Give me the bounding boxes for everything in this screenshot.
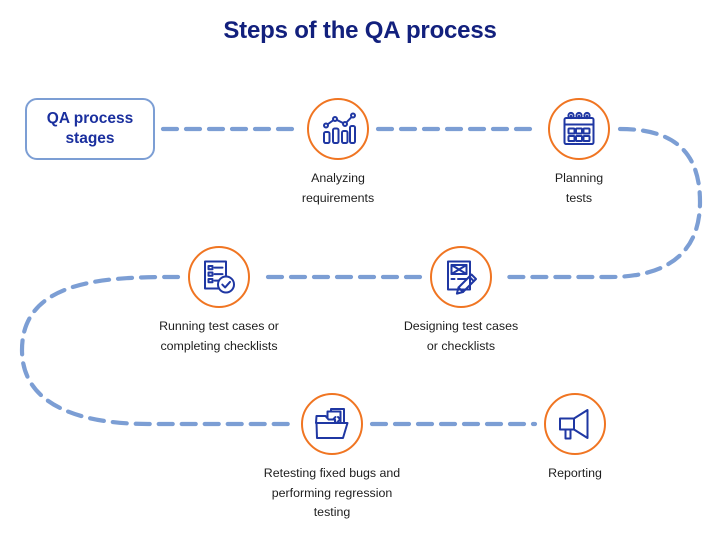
step-icon-ring (301, 393, 363, 455)
step-icon-ring (430, 246, 492, 308)
step-node-planning-tests: Planning tests (504, 98, 654, 208)
document-pencil-design-icon (442, 258, 480, 296)
step-node-retesting-fixed-bugs: Retesting fixed bugs and performing regr… (257, 393, 407, 523)
step-caption: Analyzing requirements (301, 171, 375, 205)
start-stage-box: QA process stages (25, 98, 155, 160)
step-caption: Designing test cases or checklists (403, 319, 519, 353)
step-caption: Reporting (548, 466, 602, 480)
checklist-verified-icon (200, 258, 238, 296)
calendar-icon (560, 110, 598, 148)
start-stage-label: QA process stages (46, 110, 134, 147)
bar-chart-trend-icon (319, 110, 357, 148)
step-node-running-test-cases: Running test cases or completing checkli… (144, 246, 294, 356)
step-node-designing-test-cases: Designing test cases or checklists (386, 246, 536, 356)
step-caption: Retesting fixed bugs and performing regr… (263, 466, 401, 520)
step-caption: Running test cases or completing checkli… (159, 319, 279, 353)
step-icon-ring (544, 393, 606, 455)
folder-code-files-icon (313, 405, 351, 443)
step-node-reporting: Reporting (500, 393, 650, 484)
step-icon-ring (188, 246, 250, 308)
megaphone-icon (556, 405, 594, 443)
diagram-canvas: Steps of the QA process QA process stage… (0, 0, 720, 536)
step-caption: Planning tests (554, 171, 604, 205)
step-node-analyzing-requirements: Analyzing requirements (263, 98, 413, 208)
step-icon-ring (307, 98, 369, 160)
step-icon-ring (548, 98, 610, 160)
